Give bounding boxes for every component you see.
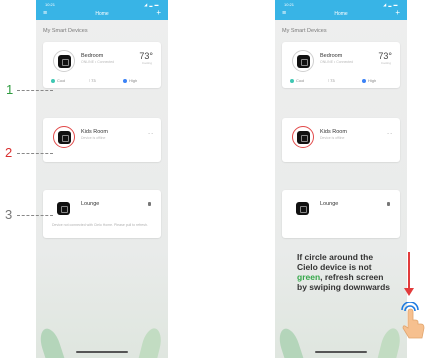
status-bar: 10:21 ◢ ▂ ▬ — [275, 0, 407, 8]
thermostat-icon — [58, 131, 71, 144]
mode-label: Cool — [296, 78, 305, 83]
device-name: Kids Room — [320, 129, 347, 135]
signal-icons: ◢ ▂ ▬ — [144, 2, 159, 7]
thermostat-icon — [296, 202, 309, 215]
arrow-head — [404, 288, 414, 296]
device-subtitle: ONLINE • Connected — [81, 60, 115, 64]
top-nav-bar: ≡ Home + — [275, 8, 407, 20]
device-subtitle: Device is offline — [320, 136, 345, 140]
device-name: Kids Room — [81, 129, 108, 135]
status-time: 10:21 — [45, 2, 56, 7]
mode-label: Cool — [57, 78, 66, 83]
device-card-kids-room[interactable]: Kids Room Device is offline - - — [43, 118, 161, 162]
device-subtitle: Device is offline — [81, 136, 106, 140]
thermostat-icon — [58, 55, 71, 68]
disconnected-icon — [387, 202, 390, 206]
device-status-ring — [292, 198, 314, 220]
device-name: Bedroom — [81, 53, 104, 59]
home-indicator — [315, 351, 367, 353]
nav-title: Home — [95, 11, 109, 17]
fan-speed-control[interactable]: High — [123, 78, 137, 83]
left-phone-screen: 10:21 ◢ ▂ ▬ ≡ Home + My Smart Devices Be… — [36, 0, 168, 358]
mode-icon — [51, 78, 55, 83]
top-nav-bar: ≡ Home + — [36, 8, 168, 20]
right-phone-screen: 10:21 ◢ ▂ ▬ ≡ Home + My Smart Devices Be… — [275, 0, 407, 358]
leaf-decoration — [36, 326, 66, 358]
fan-speed-icon — [362, 78, 366, 83]
instruction-green-word: green — [297, 272, 321, 282]
temperature-subtitle: Cooling — [141, 61, 152, 65]
status-dashes: - - — [148, 131, 153, 137]
temperature-readout: 73° — [139, 51, 153, 61]
device-status-ring — [53, 126, 75, 148]
section-title: My Smart Devices — [43, 28, 88, 34]
leaf-decoration — [137, 326, 165, 358]
disconnected-icon — [148, 202, 151, 206]
callout-leader-1 — [17, 90, 53, 91]
swipe-down-arrow-icon — [404, 252, 414, 296]
swipe-hand-icon — [401, 302, 425, 339]
arrow-shaft — [408, 252, 410, 290]
device-controls: Cool ⫶ 73 High — [51, 78, 153, 84]
device-card-kids-room[interactable]: Kids Room Device is offline - - — [282, 118, 400, 162]
device-status-ring — [292, 50, 314, 72]
device-controls: Cool ⫶ 73 High — [290, 78, 392, 84]
status-dashes: - - — [387, 131, 392, 137]
nav-title: Home — [334, 11, 348, 17]
fan-speed-icon — [123, 78, 127, 83]
offline-message: Device not connected with Cielo Home. Pl… — [52, 223, 148, 227]
add-device-button[interactable]: + — [395, 9, 400, 17]
thermostat-icon — [297, 131, 310, 144]
refresh-instruction: If circle around the Cielo device is not… — [297, 252, 393, 292]
status-bar: 10:21 ◢ ▂ ▬ — [36, 0, 168, 8]
fan-speed-label: High — [368, 78, 377, 83]
device-status-ring — [292, 126, 314, 148]
device-status-ring — [53, 198, 75, 220]
fan-label: 73 — [91, 78, 96, 83]
temperature-readout: 73° — [378, 51, 392, 61]
fan-control[interactable]: ⫶ 73 — [89, 78, 96, 83]
fan-speed-control[interactable]: High — [362, 78, 376, 83]
device-subtitle: ONLINE • Connected — [320, 60, 354, 64]
thermostat-icon — [57, 202, 70, 215]
thermostat-icon — [297, 55, 310, 68]
callout-leader-3 — [17, 215, 53, 216]
instruction-part-1: If circle around the Cielo device is not — [297, 252, 374, 272]
section-title: My Smart Devices — [282, 28, 327, 34]
signal-icons: ◢ ▂ ▬ — [383, 2, 398, 7]
device-card-lounge[interactable]: Lounge — [282, 190, 400, 238]
callout-number-3: 3 — [5, 207, 13, 222]
mode-control[interactable]: Cool — [51, 78, 65, 83]
device-card-bedroom[interactable]: Bedroom ONLINE • Connected 73° Cooling C… — [43, 42, 161, 88]
callout-number-1: 1 — [6, 82, 14, 97]
fan-label: 73 — [330, 78, 335, 83]
mode-control[interactable]: Cool — [290, 78, 304, 83]
mode-icon — [290, 78, 294, 83]
home-indicator — [76, 351, 128, 353]
device-name: Lounge — [320, 201, 339, 207]
add-device-button[interactable]: + — [156, 9, 161, 17]
status-time: 10:21 — [284, 2, 295, 7]
device-card-bedroom[interactable]: Bedroom ONLINE • Connected 73° Cooling C… — [282, 42, 400, 88]
temperature-subtitle: Cooling — [380, 61, 391, 65]
device-name: Bedroom — [320, 53, 343, 59]
device-status-ring — [53, 50, 75, 72]
callout-number-2: 2 — [5, 145, 13, 160]
leaf-decoration — [275, 326, 305, 358]
fan-control[interactable]: ⫶ 73 — [328, 78, 335, 83]
fan-speed-label: High — [129, 78, 138, 83]
device-name: Lounge — [81, 201, 100, 207]
device-card-lounge[interactable]: Lounge Device not connected with Cielo H… — [43, 190, 161, 238]
callout-leader-2 — [17, 153, 53, 154]
